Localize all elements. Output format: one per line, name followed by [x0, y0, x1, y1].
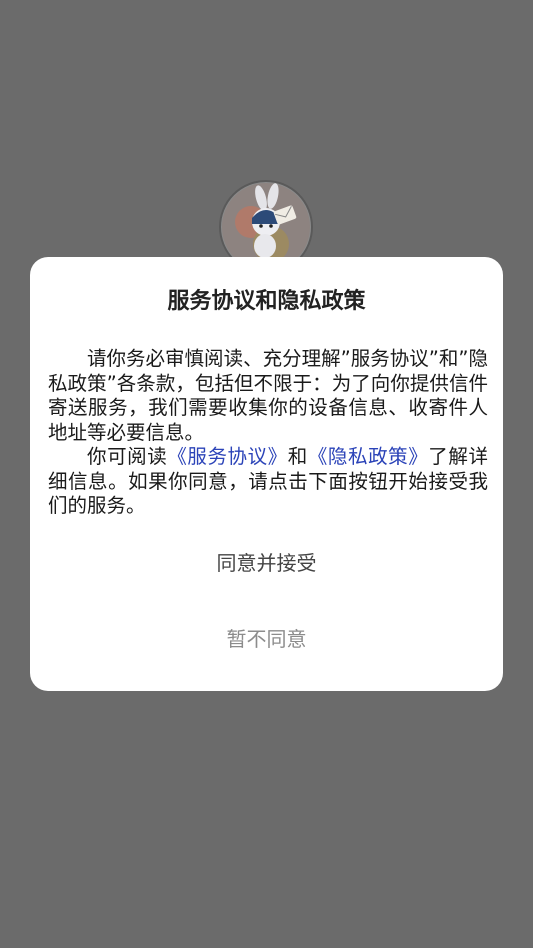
service-agreement-link[interactable]: 《服务协议》 — [167, 445, 287, 468]
links-paragraph: 你可阅读《服务协议》和《隐私政策》了解详细信息。如果你同意，请点击下面按钮开始接… — [48, 445, 488, 519]
and-text: 和 — [287, 445, 308, 468]
agreement-paragraph: 请你务必审慎阅读、充分理解”服务协议”和”隐私政策”各条款，包括但不限于：为了向… — [48, 347, 488, 444]
privacy-policy-link[interactable]: 《隐私政策》 — [308, 445, 428, 468]
dialog-title: 服务协议和隐私政策 — [167, 289, 366, 314]
dialog-body: 请你务必审慎阅读、充分理解”服务协议”和”隐私政策”各条款，包括但不限于：为了向… — [48, 347, 488, 519]
decline-button[interactable]: 暂不同意 — [30, 625, 503, 653]
links-prefix-text: 你可阅读 — [87, 445, 168, 468]
privacy-dialog: 服务协议和隐私政策 请你务必审慎阅读、充分理解”服务协议”和”隐私政策”各条款，… — [30, 257, 503, 691]
agree-button[interactable]: 同意并接受 — [30, 549, 503, 577]
